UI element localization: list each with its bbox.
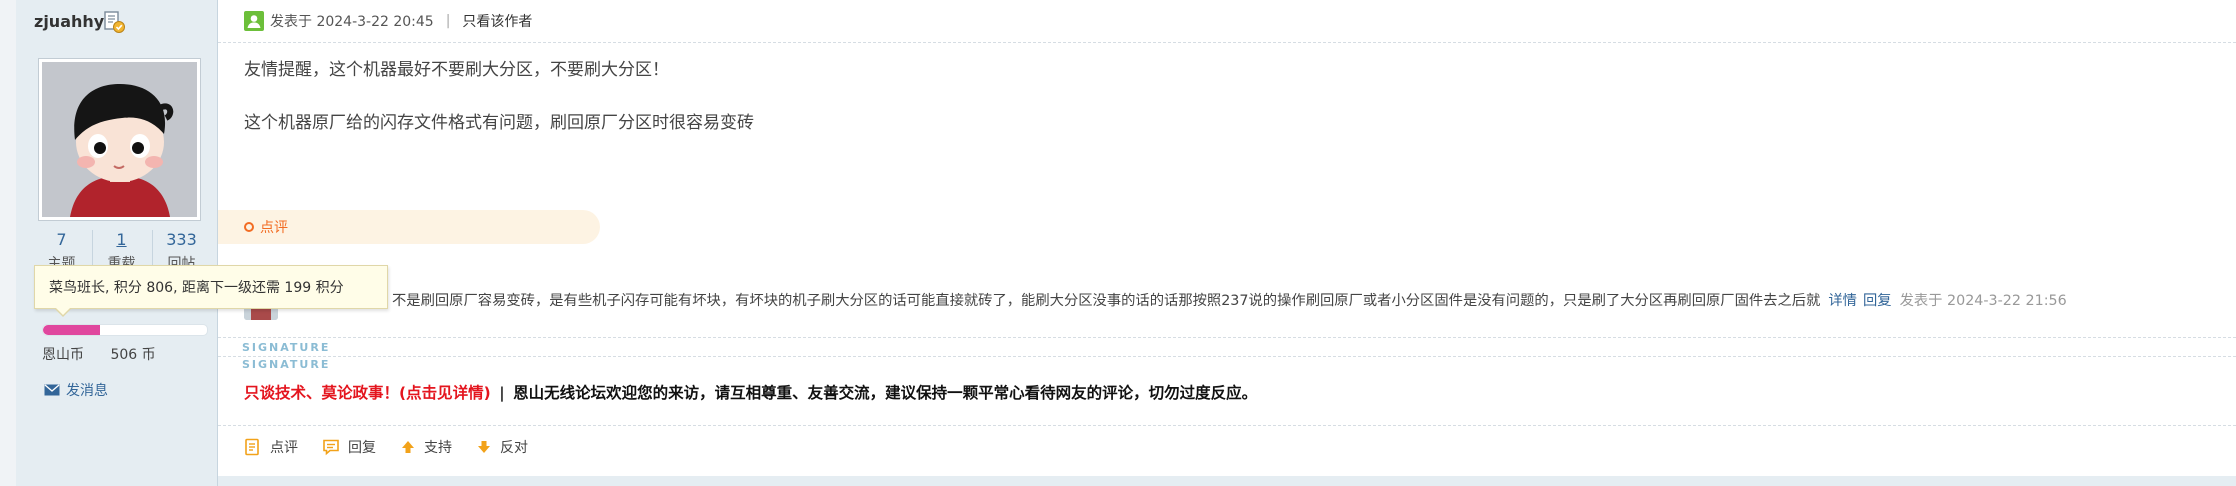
user-badge-icon[interactable] — [102, 10, 126, 34]
currency-value: 506 币 — [110, 347, 156, 363]
page-gutter — [0, 0, 17, 486]
online-status-icon — [244, 11, 264, 31]
post-content: 友情提醒，这个机器最好不要刷大分区，不要刷大分区！ 这个机器原厂给的闪存文件格式… — [244, 58, 754, 135]
arrow-up-icon — [402, 441, 414, 453]
reply-button[interactable]: 回复 — [322, 437, 376, 457]
comment-timestamp: 发表于 2024-3-22 21:56 — [1899, 292, 2067, 309]
header-separator: | — [445, 13, 451, 29]
signature-separator: | — [499, 384, 505, 402]
oppose-button-label: 反对 — [500, 440, 528, 456]
stat-threads-value[interactable]: 7 — [32, 230, 91, 249]
post-header: 发表于 2024-3-22 20:45 | 只看该作者 — [244, 10, 532, 32]
currency-label: 恩山币 — [42, 347, 84, 363]
signature-label: SIGNATURE — [242, 358, 331, 371]
signature-divider — [218, 356, 2236, 357]
comment-detail-link[interactable]: 详情 — [1828, 289, 1857, 310]
arrow-down-icon — [478, 441, 490, 453]
post-footer-band — [218, 476, 2236, 486]
comment-item: 不是刷回原厂容易变砖，是有些机子闪存可能有坏块，有坏块的机子刷大分区的话可能直接… — [392, 288, 2067, 310]
reply-bubble-icon — [323, 439, 339, 456]
header-divider — [218, 42, 2236, 43]
rate-button-label: 点评 — [270, 440, 298, 456]
rank-progress-fill — [43, 325, 101, 335]
comment-note-icon — [245, 438, 259, 456]
rank-progress-bar[interactable] — [42, 324, 208, 336]
send-message-label: 发消息 — [66, 383, 108, 399]
support-button[interactable]: 支持 — [400, 437, 452, 457]
comments-section-header: 点评 — [218, 210, 600, 244]
post-timestamp: 发表于 2024-3-22 20:45 — [270, 14, 434, 30]
reply-button-label: 回复 — [348, 440, 376, 456]
send-message-link[interactable]: 发消息 — [44, 380, 108, 400]
comments-header-label: 点评 — [260, 220, 288, 236]
signature-rules-link[interactable]: 只谈技术、莫论政事！(点击见详情) — [244, 384, 491, 402]
actions-divider — [218, 425, 2236, 426]
currency-info: 恩山币 506 币 — [42, 344, 178, 364]
comment-reply-link[interactable]: 回复 — [1863, 289, 1892, 310]
comments-divider — [218, 337, 2236, 338]
signature-welcome-text: 恩山无线论坛欢迎您的来访，请互相尊重、友善交流，建议保持一颗平常心看待网友的评论… — [513, 384, 1258, 402]
view-author-only-link[interactable]: 只看该作者 — [462, 11, 532, 31]
comment-text: 不是刷回原厂容易变砖，是有些机子闪存可能有坏块，有坏块的机子刷大分区的话可能直接… — [392, 292, 1821, 309]
rate-button[interactable]: 点评 — [244, 437, 298, 457]
post-actions: 点评 回复 支持 反对 — [244, 437, 552, 457]
rank-tooltip-text: 菜鸟班长, 积分 806, 距离下一级还需 199 积分 — [49, 280, 344, 296]
oppose-button[interactable]: 反对 — [476, 437, 528, 457]
tooltip-arrow-inner — [56, 308, 70, 315]
signature: 只谈技术、莫论政事！(点击见详情) | 恩山无线论坛欢迎您的来访，请互相尊重、友… — [244, 381, 1257, 403]
user-sidebar: zjuahhy 7 主题 1 重载 333 回帖 恩山币 506 币 发消息 — [16, 0, 218, 486]
support-button-label: 支持 — [424, 440, 452, 456]
post-paragraph: 友情提醒，这个机器最好不要刷大分区，不要刷大分区！ — [244, 60, 669, 80]
signature-label: SIGNATURE — [242, 341, 331, 354]
avatar[interactable] — [38, 58, 201, 221]
rank-tooltip: 菜鸟班长, 积分 806, 距离下一级还需 199 积分 — [34, 265, 388, 317]
username-link[interactable]: zjuahhy — [34, 12, 104, 31]
envelope-icon — [44, 384, 60, 396]
post-paragraph: 这个机器原厂给的闪存文件格式有问题，刷回原厂分区时很容易变砖 — [244, 113, 754, 133]
stat-reloads-value[interactable]: 1 — [92, 230, 151, 249]
circle-icon — [244, 222, 254, 232]
post-body: 发表于 2024-3-22 20:45 | 只看该作者 友情提醒，这个机器最好不… — [218, 0, 2236, 486]
stat-replies-value[interactable]: 333 — [152, 230, 211, 249]
